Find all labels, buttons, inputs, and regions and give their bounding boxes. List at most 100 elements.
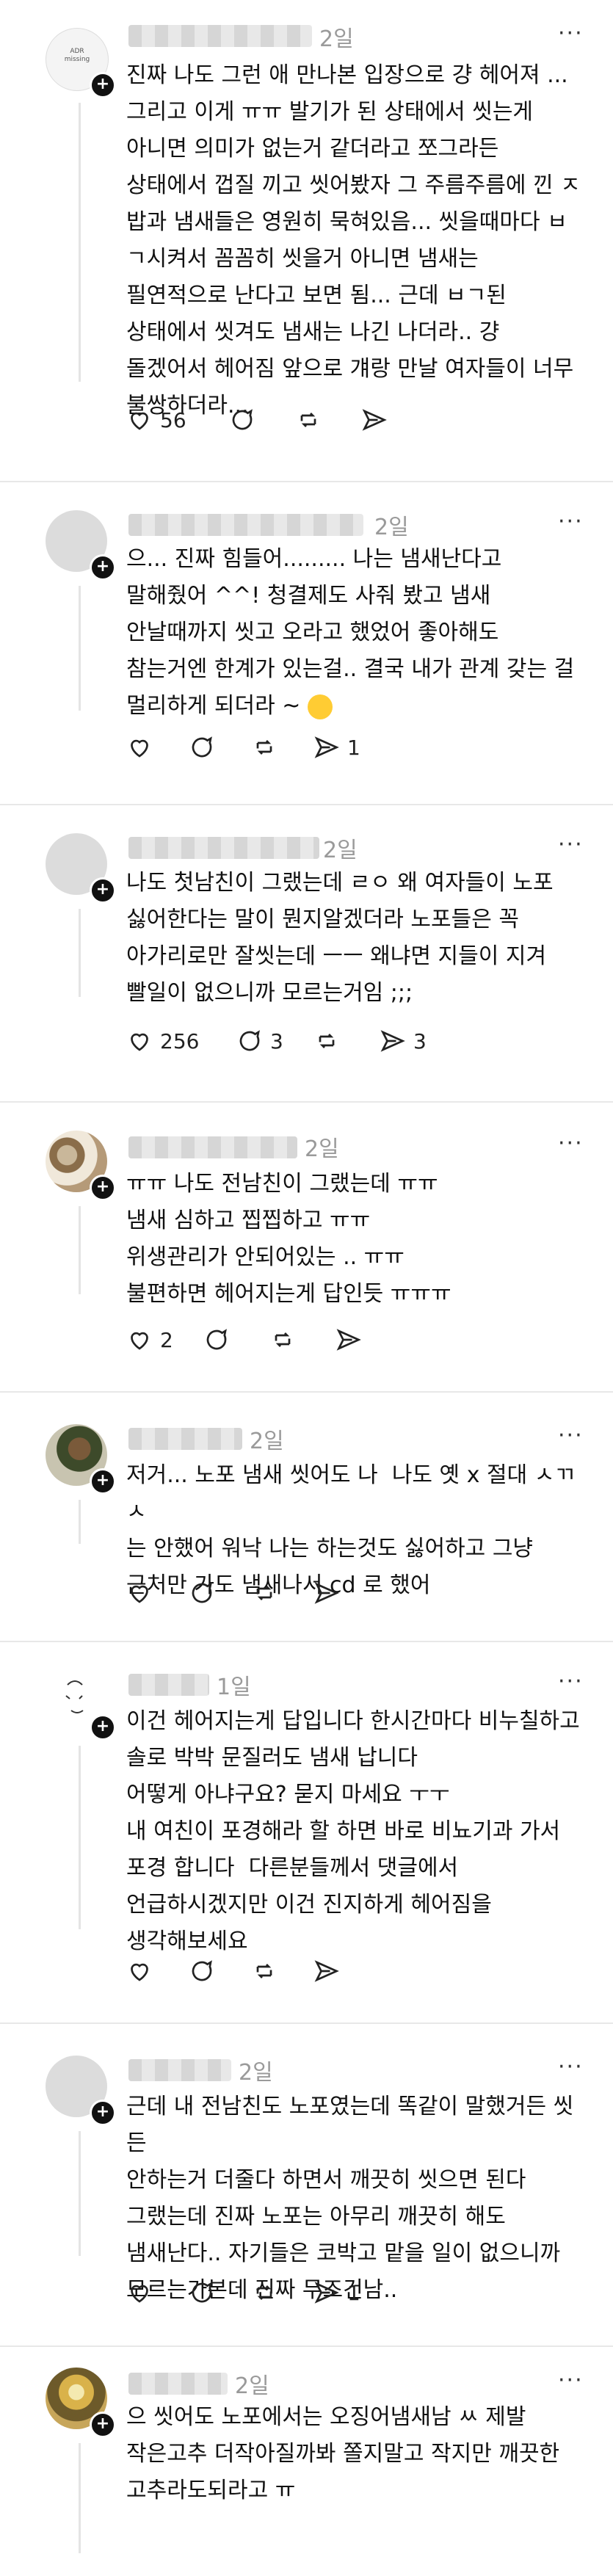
more-options-button[interactable]: ···	[558, 1423, 584, 1448]
comment-button[interactable]	[189, 1956, 215, 1986]
more-options-button[interactable]: ···	[558, 2054, 584, 2080]
repost-button[interactable]	[295, 405, 322, 435]
comment-button[interactable]	[189, 1578, 215, 1608]
action-bar	[126, 1956, 567, 1986]
username-blurred[interactable]	[128, 1428, 242, 1450]
avatar[interactable]: +	[46, 510, 116, 581]
share-button[interactable]: 3	[380, 1026, 427, 1056]
follow-plus-icon[interactable]: +	[90, 2412, 116, 2438]
share-icon	[314, 1960, 339, 1982]
avatar-logo-text: ADR missing	[64, 48, 90, 63]
repost-icon	[256, 1964, 272, 1978]
share-count: 1	[347, 735, 360, 760]
share-button[interactable]: 1	[313, 2278, 360, 2307]
post-time: 2일	[374, 515, 409, 540]
avatar[interactable]: +	[46, 2056, 116, 2126]
follow-plus-icon[interactable]: +	[90, 1714, 116, 1741]
share-icon	[314, 1582, 339, 1604]
username-blurred[interactable]	[128, 1674, 209, 1696]
divider	[0, 481, 613, 482]
action-bar	[126, 1578, 567, 1608]
post-text: 진짜 나도 그런 애 만나본 입장으로 걍 헤어져 ... 그리고 이게 ㅠㅠ …	[126, 62, 581, 418]
follow-plus-icon[interactable]: +	[90, 72, 116, 98]
avatar[interactable]: +	[46, 1424, 116, 1495]
thread-line	[79, 1500, 81, 1544]
divider	[0, 804, 613, 805]
username-blurred[interactable]	[128, 837, 319, 859]
repost-button[interactable]	[313, 1026, 340, 1056]
post-text-content: 으... 진짜 힘들어......... 나는 냄새난다고 말해줬어 ^^! 청…	[126, 546, 575, 719]
more-options-button[interactable]: ···	[558, 21, 584, 46]
action-bar: 1	[126, 733, 567, 762]
comment-button[interactable]	[203, 1325, 230, 1354]
share-icon	[314, 2282, 339, 2304]
comment-button[interactable]: 3	[236, 1026, 283, 1056]
follow-plus-icon[interactable]: +	[90, 1175, 116, 1201]
thread-line	[79, 1746, 81, 1929]
follow-plus-icon[interactable]: +	[90, 2100, 116, 2126]
like-button[interactable]	[126, 1578, 153, 1608]
more-options-button[interactable]: ···	[558, 832, 584, 857]
share-button[interactable]	[335, 1325, 362, 1354]
more-options-button[interactable]: ···	[558, 2368, 584, 2393]
avatar[interactable]: ADR missing +	[46, 28, 116, 98]
divider	[0, 2022, 613, 2024]
follow-plus-icon[interactable]: +	[90, 877, 116, 904]
repost-button[interactable]	[251, 1578, 278, 1608]
comment-button[interactable]	[229, 405, 255, 435]
avatar[interactable]: +	[46, 833, 116, 904]
action-bar: 256 3 3	[126, 1026, 567, 1056]
heart-icon	[131, 1585, 148, 1603]
thread-line	[79, 1206, 81, 1294]
share-button[interactable]	[313, 1956, 340, 1986]
divider	[0, 1641, 613, 1642]
like-button[interactable]: 56	[126, 405, 186, 435]
more-options-button[interactable]: ···	[558, 1669, 584, 1694]
like-button[interactable]	[126, 733, 153, 762]
repost-button[interactable]	[251, 733, 278, 762]
heart-icon	[131, 1963, 148, 1981]
share-icon	[362, 409, 387, 431]
share-icon	[314, 736, 339, 758]
like-count: 2	[160, 1327, 173, 1352]
heart-icon	[131, 1033, 148, 1051]
share-button[interactable]	[361, 405, 388, 435]
repost-button[interactable]	[251, 2278, 278, 2307]
smile-emoji-icon	[307, 694, 333, 719]
post-text: 근데 내 전남친도 노포였는데 똑같이 말했거든 씻든 안하는거 더줄다 하면서…	[126, 2094, 574, 2303]
share-icon	[380, 1030, 405, 1052]
avatar[interactable]: +	[46, 1670, 116, 1741]
follow-plus-icon[interactable]: +	[90, 554, 116, 581]
like-button[interactable]	[126, 1956, 153, 1986]
more-options-button[interactable]: ···	[558, 509, 584, 534]
comment-button[interactable]	[189, 733, 215, 762]
thread-line	[79, 909, 81, 997]
repost-button[interactable]	[251, 1956, 278, 1986]
more-options-button[interactable]: ···	[558, 1131, 584, 1156]
username-blurred[interactable]	[128, 1136, 297, 1158]
post-text: 으... 진짜 힘들어......... 나는 냄새난다고 말해줬어 ^^! 청…	[126, 541, 581, 725]
like-button[interactable]: 256	[126, 1026, 199, 1056]
repost-icon	[256, 740, 272, 755]
post-text: 으 씻어도 노포에서는 오징어냄새남 ㅆ 제발 작은고추 더작아질까봐 쫄지말고…	[126, 2404, 560, 2503]
comment-button[interactable]	[189, 2278, 215, 2307]
divider	[0, 1101, 613, 1103]
divider	[0, 1391, 613, 1393]
avatar[interactable]: +	[46, 2368, 116, 2438]
username-blurred[interactable]	[128, 514, 363, 536]
repost-button[interactable]	[269, 1325, 296, 1354]
follow-plus-icon[interactable]: +	[90, 1468, 116, 1495]
share-button[interactable]: 1	[313, 733, 360, 762]
avatar[interactable]: +	[46, 1131, 116, 1201]
thread-line	[79, 2131, 81, 2256]
like-button[interactable]	[126, 2278, 153, 2307]
username-blurred[interactable]	[128, 25, 312, 47]
heart-icon	[131, 1332, 148, 1350]
like-button[interactable]: 2	[126, 1325, 173, 1354]
share-button[interactable]	[313, 1578, 340, 1608]
username-blurred[interactable]	[128, 2373, 228, 2395]
share-count: 1	[347, 2280, 360, 2305]
action-bar: 56	[126, 405, 567, 435]
username-blurred[interactable]	[128, 2059, 231, 2081]
heart-icon	[131, 2285, 148, 2303]
